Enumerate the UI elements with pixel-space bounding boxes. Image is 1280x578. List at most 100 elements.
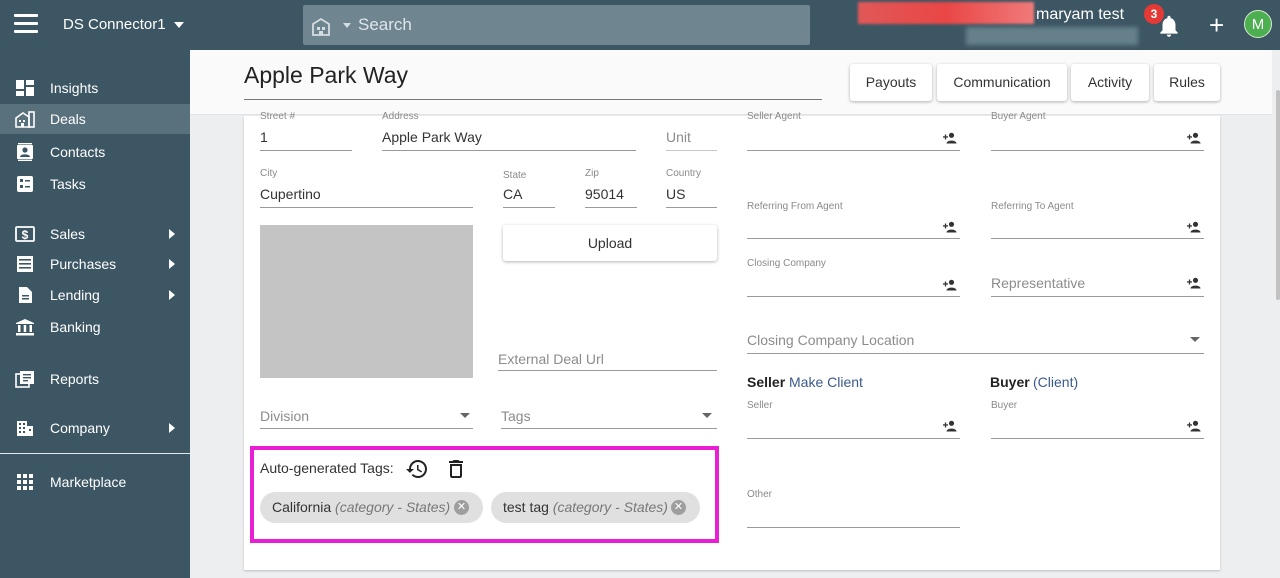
- remove-chip-icon[interactable]: ✕: [454, 500, 469, 515]
- lending-document-icon: [19, 287, 32, 303]
- add-person-icon[interactable]: [1187, 132, 1201, 144]
- tab-payouts[interactable]: Payouts: [850, 64, 932, 101]
- tag-chip-name: California: [272, 499, 332, 515]
- remove-chip-icon[interactable]: ✕: [671, 500, 686, 515]
- make-client-link[interactable]: Make Client: [789, 374, 863, 390]
- add-person-icon[interactable]: [943, 221, 957, 233]
- sidebar-item-company[interactable]: Company: [0, 413, 190, 443]
- tags-placeholder: Tags: [501, 408, 531, 424]
- address-label: Address: [382, 111, 419, 122]
- country-value: US: [666, 186, 686, 202]
- scrollbar[interactable]: [1276, 90, 1280, 300]
- zip-field[interactable]: Zip 95014: [585, 167, 637, 209]
- sidebar-item-reports[interactable]: Reports: [0, 364, 190, 394]
- notification-count-badge: 3: [1144, 4, 1164, 24]
- state-label: State: [503, 170, 527, 181]
- tab-activity[interactable]: Activity: [1071, 64, 1149, 101]
- sidebar-item-marketplace[interactable]: Marketplace: [0, 467, 190, 497]
- field-underline: [747, 353, 1204, 354]
- sidebar-item-label: Purchases: [50, 256, 117, 272]
- field-underline: [260, 207, 473, 208]
- field-underline: [991, 296, 1204, 297]
- add-button[interactable]: +: [1209, 12, 1224, 38]
- sidebar-item-sales[interactable]: $ Sales: [0, 219, 190, 249]
- sidebar-item-banking[interactable]: Banking: [0, 312, 190, 342]
- avatar[interactable]: M: [1244, 10, 1272, 38]
- chevron-right-icon: [169, 423, 175, 433]
- add-person-icon[interactable]: [1187, 221, 1201, 233]
- sidebar-item-label: Reports: [50, 371, 100, 387]
- seller-agent-field[interactable]: Seller Agent: [747, 110, 960, 152]
- deals-building-icon: [15, 111, 35, 128]
- search-bar[interactable]: Search: [303, 5, 810, 45]
- field-underline: [260, 150, 352, 151]
- field-underline: [260, 428, 473, 429]
- add-person-icon[interactable]: [1187, 277, 1201, 289]
- other-field[interactable]: Other: [747, 488, 960, 528]
- division-select[interactable]: Division: [260, 405, 473, 430]
- upload-button[interactable]: Upload: [503, 225, 717, 261]
- add-person-icon[interactable]: [943, 420, 957, 432]
- purchases-list-icon: [17, 256, 33, 272]
- bank-icon: [16, 319, 34, 336]
- city-field[interactable]: City Cupertino: [260, 167, 473, 209]
- field-underline: [585, 207, 637, 208]
- sidebar-item-tasks[interactable]: Tasks: [0, 169, 190, 199]
- chevron-right-icon: [169, 259, 175, 269]
- seller-section-title: Seller: [747, 374, 786, 390]
- buyer-field[interactable]: Buyer: [991, 399, 1204, 439]
- building-search-icon[interactable]: [311, 16, 337, 36]
- menu-icon[interactable]: [14, 14, 38, 34]
- seller-field[interactable]: Seller: [747, 399, 960, 439]
- tags-select[interactable]: Tags: [501, 405, 717, 430]
- buyer-agent-field[interactable]: Buyer Agent: [991, 110, 1204, 152]
- dropdown-caret-icon: [1190, 337, 1200, 342]
- page-title[interactable]: Apple Park Way: [244, 62, 408, 89]
- sidebar-divider: [0, 453, 190, 454]
- referring-to-agent-field[interactable]: Referring To Agent: [991, 200, 1204, 240]
- add-person-icon[interactable]: [943, 279, 957, 291]
- trash-icon[interactable]: [444, 457, 468, 481]
- address-field[interactable]: Address Apple Park Way: [382, 110, 636, 152]
- history-icon[interactable]: [405, 457, 429, 481]
- country-label: Country: [666, 168, 702, 179]
- sidebar-item-label: Banking: [50, 319, 101, 335]
- sidebar-item-lending[interactable]: Lending: [0, 280, 190, 310]
- unit-field[interactable]: Unit: [666, 110, 717, 152]
- sales-dollar-icon: $: [15, 226, 35, 242]
- add-person-icon[interactable]: [943, 132, 957, 144]
- sidebar-item-purchases[interactable]: Purchases: [0, 249, 190, 279]
- tab-communication[interactable]: Communication: [937, 64, 1067, 101]
- tab-rules[interactable]: Rules: [1154, 64, 1220, 101]
- state-field[interactable]: State CA: [503, 169, 555, 209]
- username[interactable]: maryam test: [1036, 6, 1124, 24]
- add-person-icon[interactable]: [1187, 420, 1201, 432]
- field-underline: [503, 207, 555, 208]
- org-name: DS Connector1: [63, 16, 166, 33]
- tag-chip-california[interactable]: California (category - States) ✕: [260, 492, 483, 523]
- referring-from-agent-field[interactable]: Referring From Agent: [747, 200, 960, 240]
- sidebar-item-contacts[interactable]: Contacts: [0, 137, 190, 167]
- field-underline: [991, 438, 1204, 439]
- closing-company-location-select[interactable]: Closing Company Location: [747, 329, 1204, 354]
- tag-chip-test-tag[interactable]: test tag (category - States) ✕: [491, 492, 700, 523]
- contacts-icon: [17, 143, 33, 161]
- country-field[interactable]: Country US: [666, 167, 717, 209]
- property-photo-placeholder[interactable]: [260, 225, 473, 378]
- auto-generated-tags-label: Auto-generated Tags:: [260, 460, 394, 476]
- search-input[interactable]: Search: [358, 15, 412, 35]
- external-deal-url-field[interactable]: External Deal Url: [498, 348, 717, 372]
- address-value: Apple Park Way: [382, 129, 482, 145]
- dropdown-caret-icon: [460, 413, 470, 418]
- tasks-icon: [17, 176, 33, 192]
- representative-field[interactable]: Representative: [991, 272, 1204, 297]
- search-scope-caret-icon[interactable]: [343, 23, 351, 28]
- field-underline: [747, 238, 960, 239]
- street-number-field[interactable]: Street # 1: [260, 110, 352, 152]
- buyer-client-link[interactable]: (Client): [1033, 374, 1078, 390]
- closing-company-field[interactable]: Closing Company: [747, 257, 960, 297]
- auto-generated-tags-panel: Auto-generated Tags: California (categor…: [250, 446, 719, 543]
- sidebar-item-deals[interactable]: Deals: [0, 104, 190, 134]
- org-switcher[interactable]: DS Connector1: [63, 16, 184, 33]
- sidebar-item-insights[interactable]: Insights: [0, 73, 190, 103]
